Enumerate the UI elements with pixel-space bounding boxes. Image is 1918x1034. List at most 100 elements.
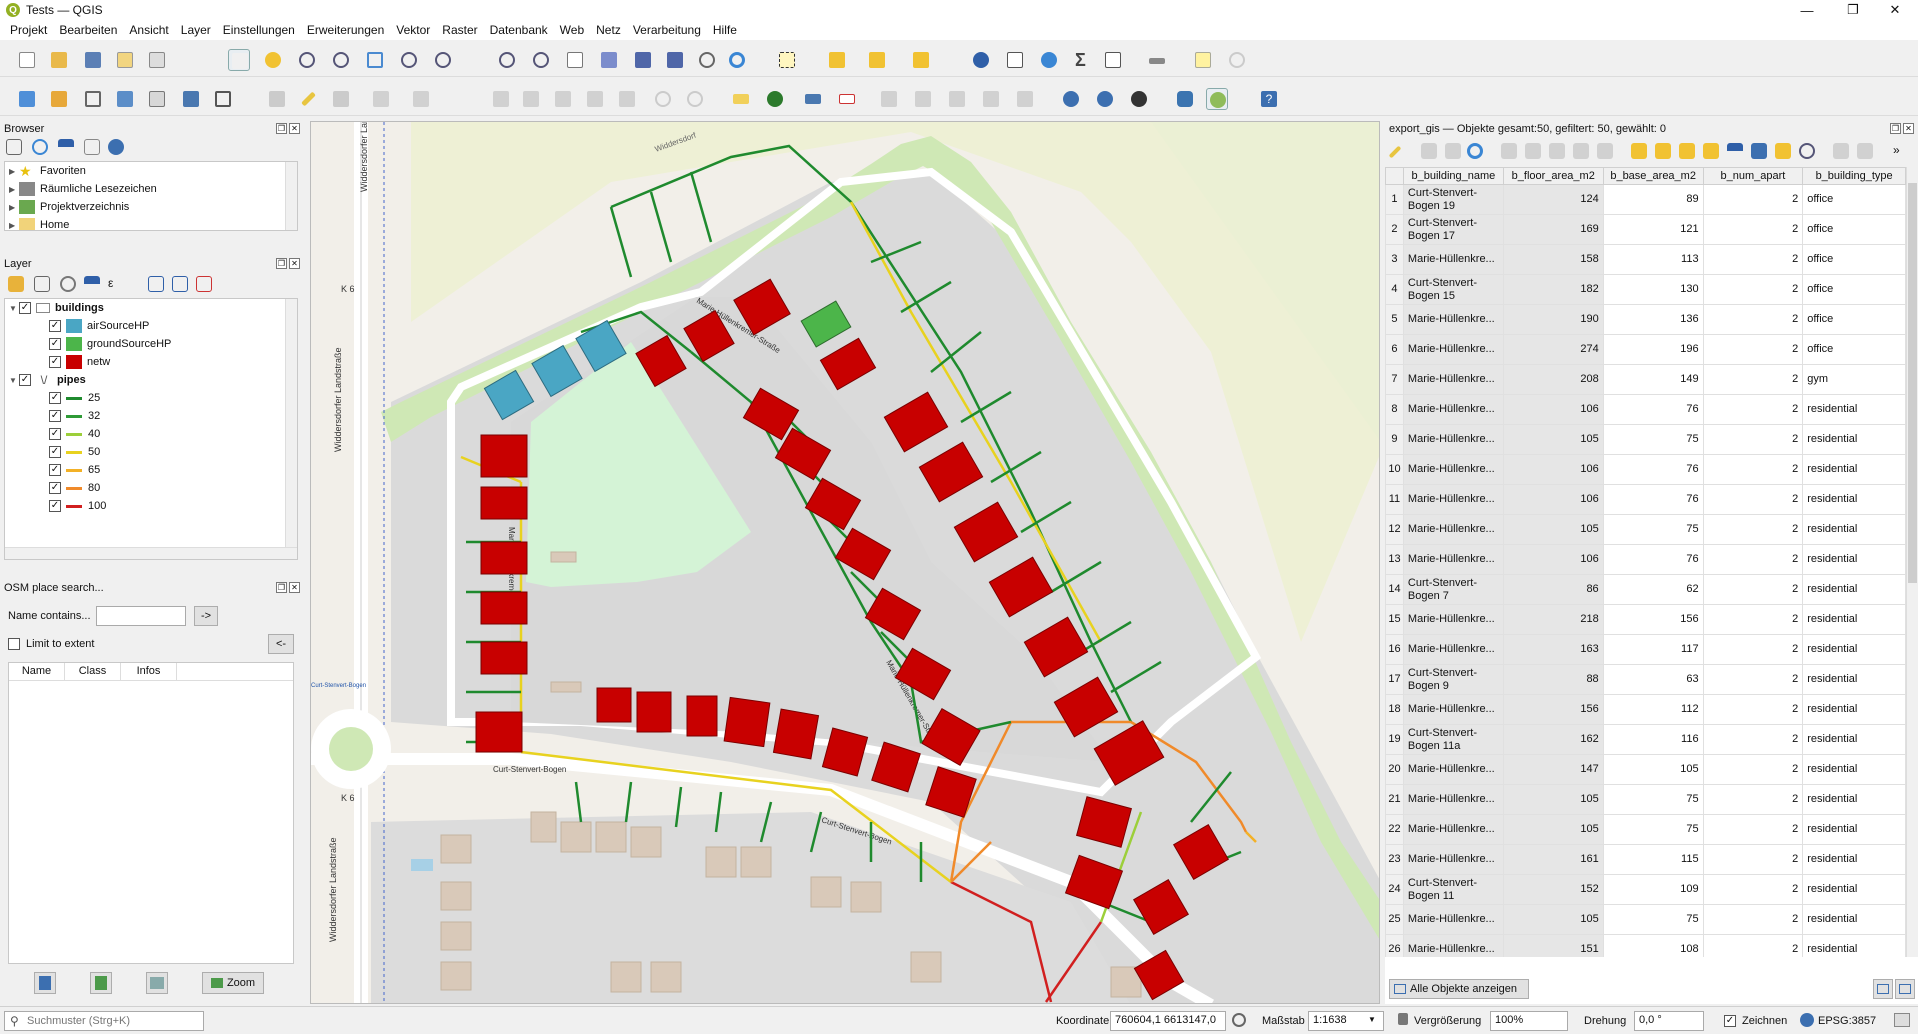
add-delimited-icon[interactable] (212, 88, 234, 110)
cell-number[interactable]: 2 (1702, 634, 1804, 665)
table-row[interactable]: 26 Marie-Hüllenkre... 151 108 2 residential (1385, 934, 1906, 957)
add-feature-icon[interactable] (1501, 143, 1517, 159)
table-row[interactable]: 21 Marie-Hüllenkre... 105 75 2 residential (1385, 784, 1906, 815)
cell-number[interactable]: 2 (1702, 604, 1804, 635)
cell-building-name[interactable]: Curt-Stenvert-Bogen 17 (1402, 214, 1504, 245)
osm-details-icon[interactable] (34, 972, 56, 994)
cell-number[interactable]: 2 (1702, 304, 1804, 335)
properties-info-icon[interactable] (108, 139, 124, 155)
cell-number[interactable]: 113 (1602, 244, 1704, 275)
show-all-features-button[interactable]: Alle Objekte anzeigen (1389, 979, 1529, 999)
pan-map-icon[interactable] (228, 49, 250, 71)
cell-number[interactable]: 75 (1602, 514, 1704, 545)
cell-building-name[interactable]: Marie-Hüllenkre... (1402, 604, 1504, 635)
cell-number[interactable]: 75 (1602, 814, 1704, 845)
menu-einstellungen[interactable]: Einstellungen (217, 23, 301, 37)
select-all-icon[interactable] (1655, 143, 1671, 159)
menu-bearbeiten[interactable]: Bearbeiten (53, 23, 123, 37)
legend-pipe-40[interactable]: ✓ 40 (5, 425, 297, 443)
render-checkbox[interactable]: ✓ (1724, 1015, 1736, 1027)
close-panel-icon[interactable]: ✕ (289, 123, 300, 134)
locator-search-input[interactable] (4, 1011, 204, 1031)
cell-number[interactable]: 158 (1502, 244, 1604, 275)
cell-building-name[interactable]: Marie-Hüllenkre... (1402, 454, 1504, 485)
cell-number[interactable]: 86 (1502, 574, 1604, 605)
select-by-value-icon[interactable] (826, 49, 848, 71)
row-header[interactable]: 2 (1385, 214, 1404, 245)
cell-building-type[interactable]: residential (1802, 394, 1906, 425)
table-row[interactable]: 1 Curt-Stenvert-Bogen 19 124 89 2 office (1385, 184, 1906, 215)
cell-building-name[interactable]: Marie-Hüllenkre... (1402, 934, 1504, 957)
table-view-icon[interactable] (1895, 979, 1915, 999)
cell-building-name[interactable]: Marie-Hüllenkre... (1402, 334, 1504, 365)
new-geopackage-icon[interactable] (48, 88, 70, 110)
column-name[interactable]: Name (9, 663, 65, 680)
add-selected-icon[interactable] (6, 139, 22, 155)
row-header[interactable]: 11 (1385, 484, 1404, 515)
vertex-tool-icon[interactable] (410, 88, 432, 110)
layout-manager-icon[interactable] (146, 49, 168, 71)
crs-button[interactable]: EPSG:3857 (1818, 1015, 1876, 1027)
row-header[interactable]: 17 (1385, 664, 1404, 695)
form-view-icon[interactable] (1873, 979, 1893, 999)
legend-groundsourcehp[interactable]: ✓ groundSourceHP (5, 335, 297, 353)
cell-number[interactable]: 2 (1702, 424, 1804, 455)
cell-number[interactable]: 182 (1502, 274, 1604, 305)
cell-number[interactable]: 152 (1502, 874, 1604, 905)
pin-labels-icon[interactable] (802, 88, 824, 110)
table-row[interactable]: 25 Marie-Hüllenkre... 105 75 2 residential (1385, 904, 1906, 935)
cell-building-type[interactable]: office (1802, 244, 1906, 275)
cell-building-name[interactable]: Marie-Hüllenkre... (1402, 544, 1504, 575)
row-header[interactable]: 15 (1385, 604, 1404, 635)
cell-number[interactable]: 162 (1502, 724, 1604, 755)
search-go-button[interactable]: -> (194, 606, 218, 626)
cell-number[interactable]: 2 (1702, 694, 1804, 725)
legend-airsourcehp[interactable]: ✓ airSourceHP (5, 317, 297, 335)
cell-number[interactable]: 62 (1602, 574, 1704, 605)
new-project-icon[interactable] (16, 49, 38, 71)
cell-building-name[interactable]: Marie-Hüllenkre... (1402, 784, 1504, 815)
cell-building-name[interactable]: Curt-Stenvert-Bogen 19 (1402, 184, 1504, 215)
table-row[interactable]: 20 Marie-Hüllenkre... 147 105 2 residential (1385, 754, 1906, 785)
row-header[interactable]: 26 (1385, 934, 1404, 957)
cell-building-name[interactable]: Marie-Hüllenkre... (1402, 844, 1504, 875)
row-header[interactable]: 3 (1385, 244, 1404, 275)
processing-toolbox-icon[interactable] (1038, 49, 1060, 71)
cell-building-name[interactable]: Marie-Hüllenkre... (1402, 244, 1504, 275)
legend-pipe-50[interactable]: ✓ 50 (5, 443, 297, 461)
plugin-binoculars-icon[interactable] (1128, 88, 1150, 110)
cell-number[interactable]: 2 (1702, 814, 1804, 845)
cell-building-name[interactable]: Marie-Hüllenkre... (1402, 904, 1504, 935)
row-header[interactable]: 23 (1385, 844, 1404, 875)
cell-building-type[interactable]: residential (1802, 664, 1906, 695)
rotation-field[interactable]: 0,0 ° (1634, 1011, 1704, 1031)
messages-icon[interactable] (1894, 1013, 1910, 1027)
map-canvas[interactable]: Widdersdorfer Landstraße Widdersdorfer L… (310, 121, 1380, 1004)
row-header[interactable]: 19 (1385, 724, 1404, 755)
table-row[interactable]: 6 Marie-Hüllenkre... 274 196 2 office (1385, 334, 1906, 365)
deselect-all-icon[interactable] (1703, 143, 1719, 159)
column-b-floor-area[interactable]: b_floor_area_m2 (1502, 167, 1604, 185)
cell-number[interactable]: 2 (1702, 334, 1804, 365)
row-header[interactable]: 13 (1385, 544, 1404, 575)
cell-number[interactable]: 105 (1502, 784, 1604, 815)
cell-number[interactable]: 163 (1502, 634, 1604, 665)
cell-number[interactable]: 108 (1602, 934, 1704, 957)
close-panel-icon[interactable]: ✕ (289, 582, 300, 593)
row-header[interactable]: 21 (1385, 784, 1404, 815)
column-class[interactable]: Class (65, 663, 121, 680)
zoom-native-icon[interactable] (496, 49, 518, 71)
column-b-num-apart[interactable]: b_num_apart (1702, 167, 1804, 185)
cell-number[interactable]: 63 (1602, 664, 1704, 695)
menu-datenbank[interactable]: Datenbank (484, 23, 554, 37)
cut-features-icon[interactable] (552, 88, 574, 110)
row-header[interactable]: 4 (1385, 274, 1404, 305)
map-svg[interactable]: Widdersdorfer Landstraße Widdersdorfer L… (311, 122, 1380, 1004)
help-icon[interactable]: ? (1258, 88, 1280, 110)
osm-results-table[interactable]: Name Class Infos (8, 662, 294, 964)
cell-building-name[interactable]: Marie-Hüllenkre... (1402, 364, 1504, 395)
cell-number[interactable]: 105 (1602, 754, 1704, 785)
toggle-editing-icon[interactable] (1388, 145, 1402, 159)
table-row[interactable]: 24 Curt-Stenvert-Bogen 11 152 109 2 residenti… (1385, 874, 1906, 905)
cell-building-type[interactable]: residential (1802, 424, 1906, 455)
